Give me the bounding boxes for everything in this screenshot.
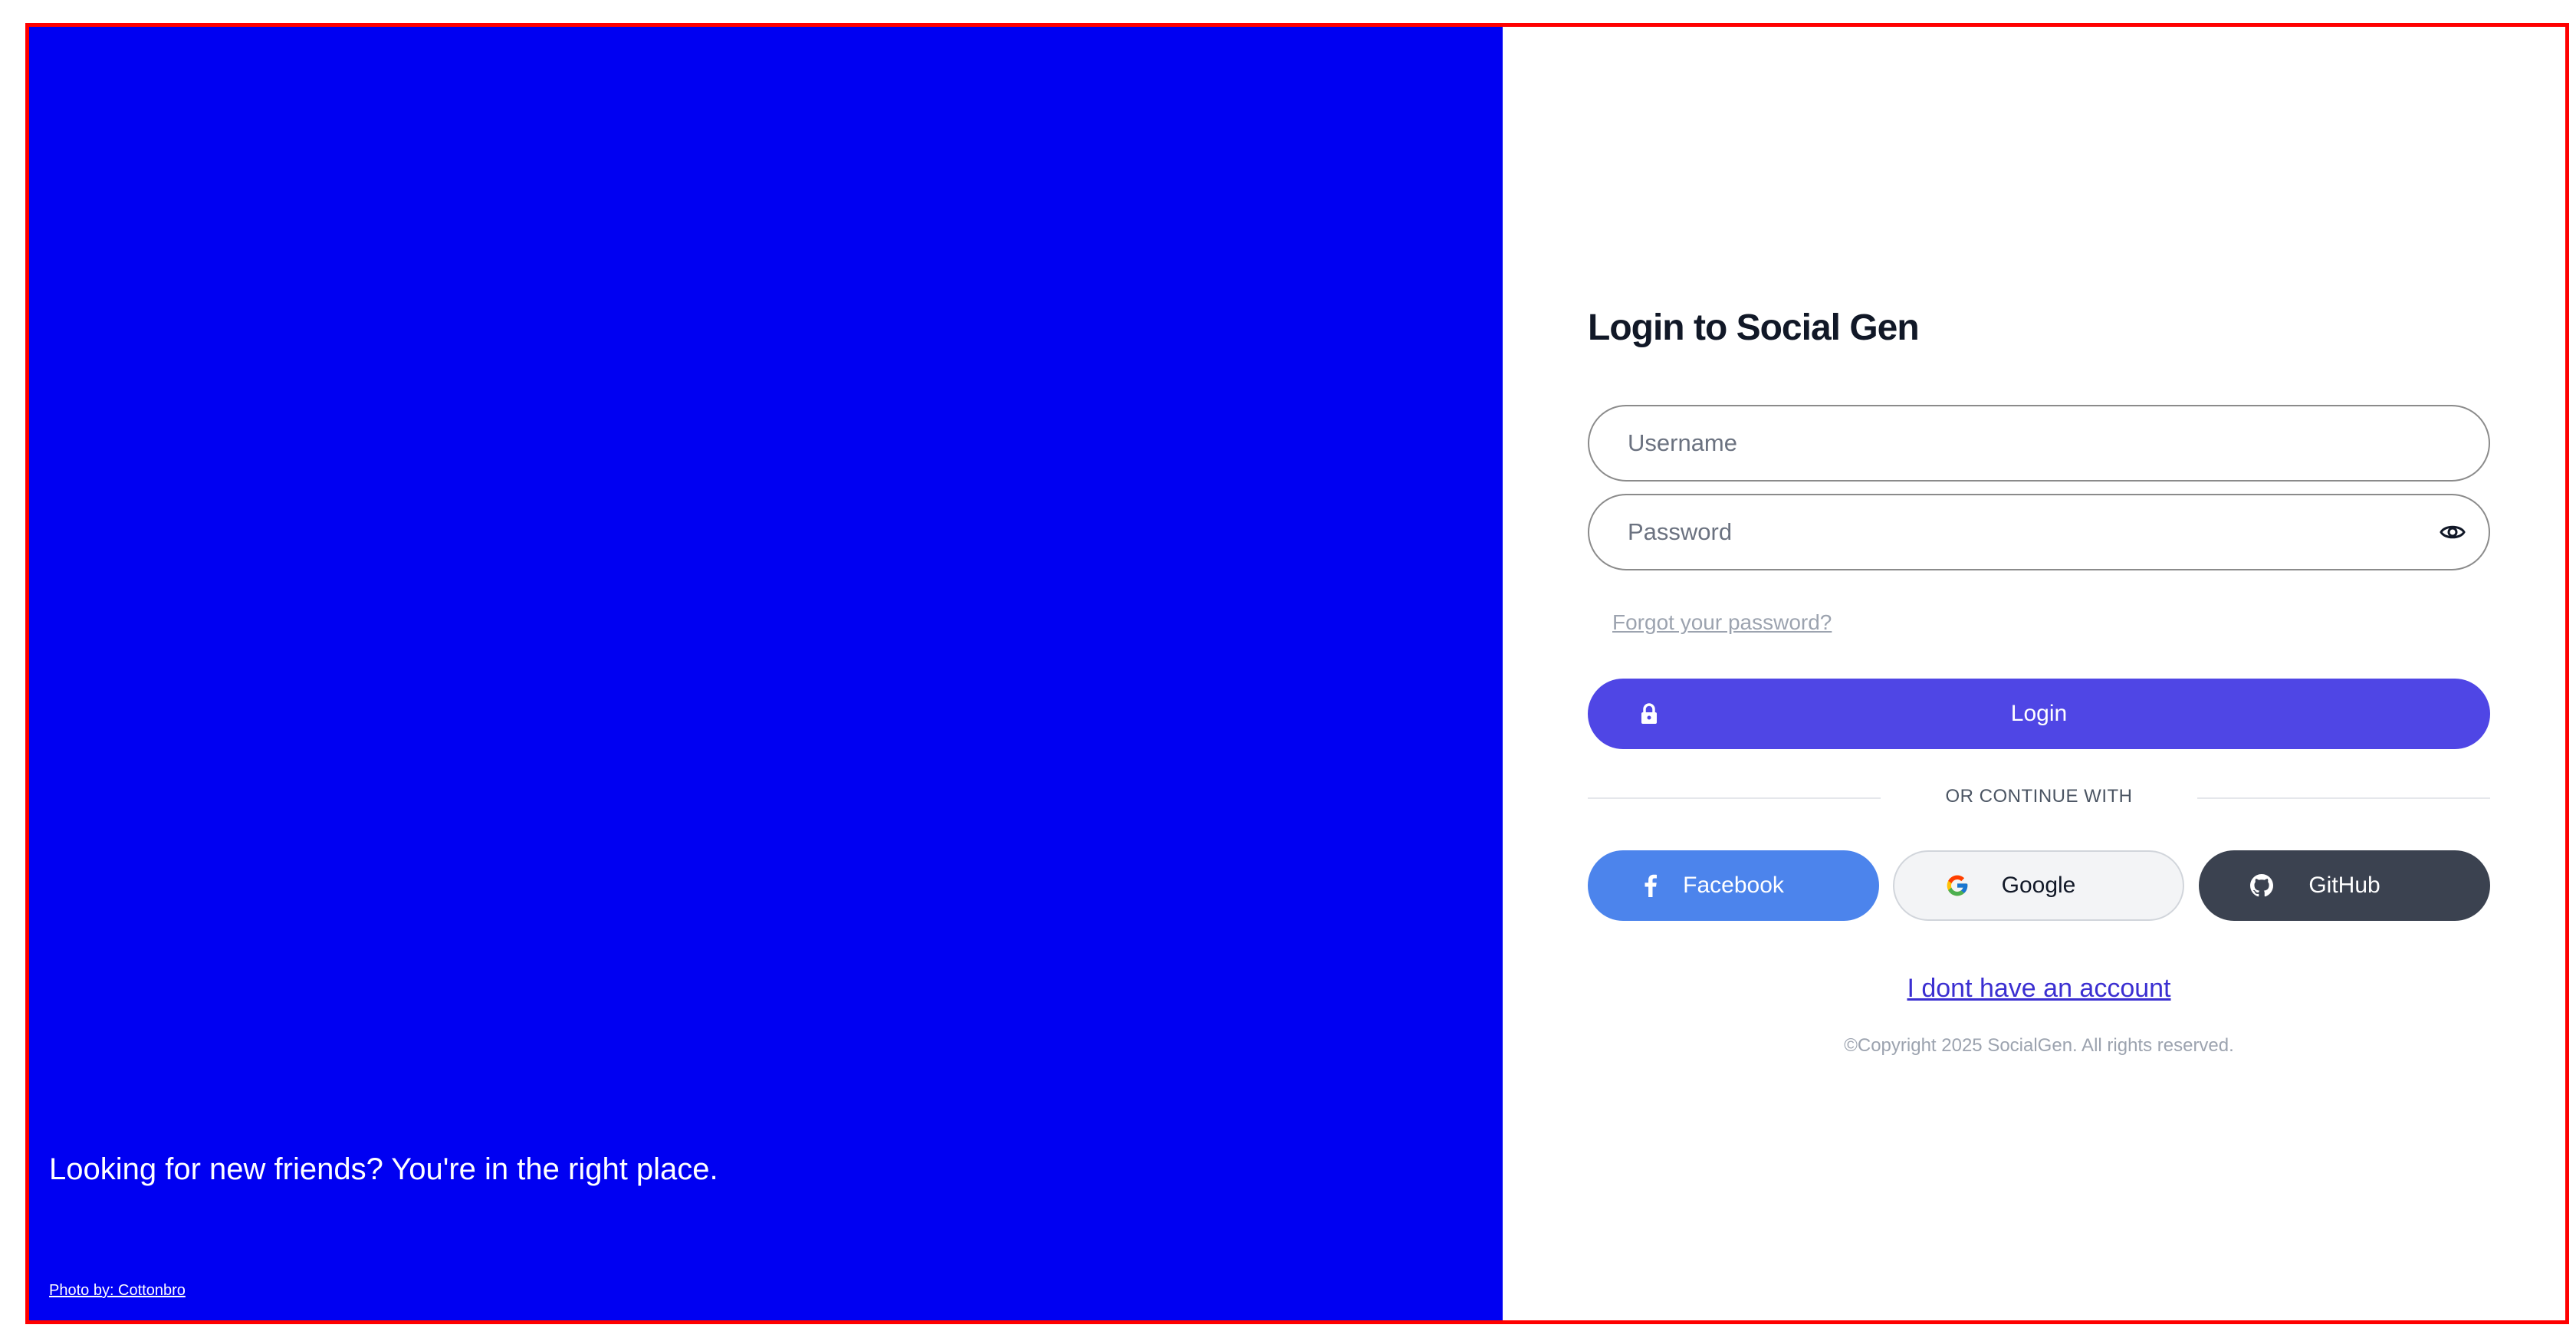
github-button[interactable]: GitHub <box>2199 850 2490 921</box>
login-button-label: Login <box>2010 701 2068 726</box>
photo-credit-link[interactable]: Photo by: Cottonbro <box>49 1282 186 1300</box>
hero-panel: Looking for new friends? You're in the r… <box>29 27 1503 1320</box>
forgot-password-link[interactable]: Forgot your password? <box>1612 610 1832 635</box>
divider-right <box>2197 797 2490 799</box>
copyright: ©Copyright 2025 SocialGen. All rights re… <box>1844 1035 2234 1056</box>
google-label: Google <box>2001 873 2076 898</box>
login-button[interactable]: Login <box>1588 679 2490 749</box>
page-title: Login to Social Gen <box>1588 307 1920 348</box>
password-input[interactable] <box>1626 518 2452 547</box>
password-field[interactable] <box>1588 494 2490 570</box>
login-panel: Login to Social Gen Forgot your password… <box>1588 0 2490 1328</box>
eye-icon[interactable] <box>2438 518 2467 547</box>
facebook-label: Facebook <box>1683 873 1784 898</box>
lock-icon <box>1640 703 1658 725</box>
username-field[interactable] <box>1588 405 2490 482</box>
hero-tagline: Looking for new friends? You're in the r… <box>49 1152 718 1186</box>
divider-text: OR CONTINUE WITH <box>1945 786 2133 807</box>
username-input[interactable] <box>1626 429 2452 458</box>
no-account-link[interactable]: I dont have an account <box>1588 974 2490 1004</box>
facebook-button[interactable]: Facebook <box>1588 850 1879 921</box>
github-label: GitHub <box>2308 873 2380 898</box>
google-button[interactable]: Google <box>1893 850 2184 921</box>
